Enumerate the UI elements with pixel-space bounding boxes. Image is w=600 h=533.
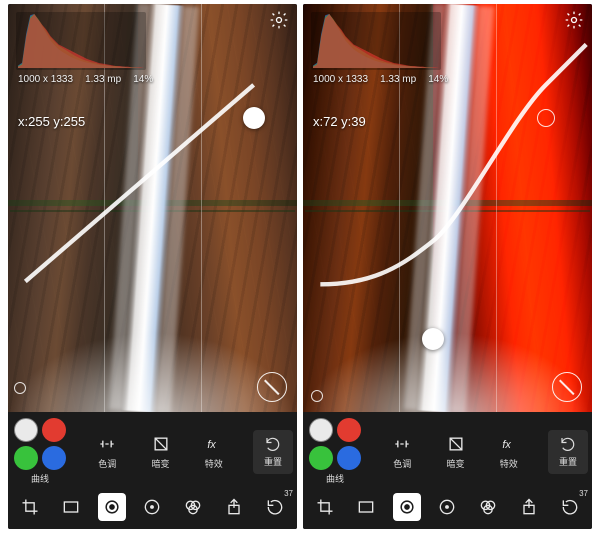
rotate-angle: 37 <box>284 489 293 498</box>
edit-toolbar: 曲线 色调 暗变 fx 特效 重置 <box>8 412 297 487</box>
channel-red[interactable] <box>42 418 66 442</box>
editor-pane-left: 1000 x 1333 1.33 mp 14% x:255 y:255 <box>8 4 297 529</box>
curves-label: 曲线 <box>31 472 49 485</box>
channels-icon[interactable] <box>474 493 502 521</box>
tone-curve[interactable] <box>303 4 592 293</box>
crop-icon[interactable] <box>311 493 339 521</box>
disable-overlay-button[interactable] <box>257 372 287 402</box>
reset-button[interactable]: 重置 <box>253 430 293 474</box>
channel-luma[interactable] <box>14 418 38 442</box>
gradient-tool[interactable]: 暗变 <box>147 434 175 470</box>
image-canvas[interactable]: 1000 x 1333 1.33 mp 14% x:255 y:255 <box>8 4 297 412</box>
curve-endpoint-shadow[interactable] <box>14 382 26 394</box>
channel-blue[interactable] <box>337 446 361 470</box>
rotate-angle: 37 <box>579 489 588 498</box>
image-canvas[interactable]: 1000 x 1333 1.33 mp 14% x:72 y:39 <box>303 4 592 412</box>
adjust-icon[interactable] <box>393 493 421 521</box>
channels-icon[interactable] <box>179 493 207 521</box>
disable-overlay-button[interactable] <box>552 372 582 402</box>
channel-luma[interactable] <box>309 418 333 442</box>
rotate-icon[interactable]: 37 <box>261 493 289 521</box>
curve-node-highlight[interactable] <box>243 107 265 129</box>
svg-text:fx: fx <box>502 439 511 451</box>
curves-cluster: 曲线 <box>12 418 68 485</box>
curve-node-mid[interactable] <box>422 328 444 350</box>
bottom-tabbar: 37 <box>8 487 297 529</box>
rotate-icon[interactable]: 37 <box>556 493 584 521</box>
vignette-icon[interactable] <box>433 493 461 521</box>
tone-tool[interactable]: 色调 <box>93 434 121 470</box>
gradient-tool[interactable]: 暗变 <box>442 434 470 470</box>
tone-curve[interactable] <box>8 4 297 293</box>
channel-red[interactable] <box>337 418 361 442</box>
bottom-tabbar: 37 <box>303 487 592 529</box>
curve-endpoint-shadow[interactable] <box>311 390 323 402</box>
aspect-icon[interactable] <box>57 493 85 521</box>
curves-cluster: 曲线 <box>307 418 363 485</box>
fx-tool[interactable]: fx 特效 <box>495 434 523 470</box>
channel-green[interactable] <box>309 446 333 470</box>
channel-blue[interactable] <box>42 446 66 470</box>
curves-label: 曲线 <box>326 472 344 485</box>
aspect-icon[interactable] <box>352 493 380 521</box>
crop-icon[interactable] <box>16 493 44 521</box>
channel-green[interactable] <box>14 446 38 470</box>
edit-toolbar: 曲线 色调 暗变 fx 特效 重置 <box>303 412 592 487</box>
curve-node-highlight[interactable] <box>537 109 555 127</box>
tone-tool[interactable]: 色调 <box>388 434 416 470</box>
app-stage: 1000 x 1333 1.33 mp 14% x:255 y:255 <box>0 0 600 533</box>
fx-tool[interactable]: fx 特效 <box>200 434 228 470</box>
adjust-icon[interactable] <box>98 493 126 521</box>
share-icon[interactable] <box>515 493 543 521</box>
editor-pane-right: 1000 x 1333 1.33 mp 14% x:72 y:39 <box>303 4 592 529</box>
svg-text:fx: fx <box>207 439 216 451</box>
share-icon[interactable] <box>220 493 248 521</box>
reset-button[interactable]: 重置 <box>548 430 588 474</box>
vignette-icon[interactable] <box>138 493 166 521</box>
